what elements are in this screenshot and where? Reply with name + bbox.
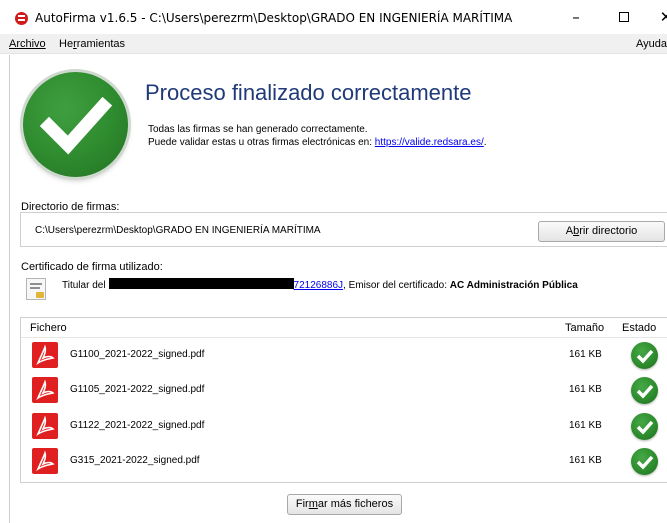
minimize-button[interactable]: – <box>556 6 596 28</box>
window-title: AutoFirma v1.6.5 - C:\Users\perezrm\Desk… <box>35 11 513 25</box>
result-heading: Proceso finalizado correctamente <box>145 80 472 105</box>
validate-message: Puede validar estas u otras firmas elect… <box>148 137 487 148</box>
certificate-details: Titular del 72126886J, Emisor del certifi… <box>62 278 578 291</box>
sign-more-label-start: Fir <box>295 498 309 510</box>
column-header-size: Tamaño <box>565 322 605 334</box>
status-ok-icon <box>631 377 658 404</box>
maximize-icon <box>619 12 629 22</box>
title-bar: AutoFirma v1.6.5 - C:\Users\perezrm\Desk… <box>0 0 667 34</box>
validate-text: Puede validar estas u otras firmas elect… <box>148 137 375 148</box>
pdf-file-icon <box>32 377 58 403</box>
open-directory-label-end: rir directorio <box>579 225 638 237</box>
header-divider <box>21 337 667 338</box>
certificate-icon <box>26 278 46 300</box>
directory-path: C:\Users\perezrm\Desktop\GRADO EN INGENI… <box>35 225 321 236</box>
redacted-block <box>108 278 294 289</box>
certificate-row: Titular del 72126886J, Emisor del certifi… <box>20 272 667 306</box>
open-directory-button[interactable]: Abrir directorio <box>538 221 665 242</box>
success-check-icon <box>23 72 128 177</box>
table-row[interactable]: G1105_2021-2022_signed.pdf 161 KB <box>21 375 667 405</box>
file-name: G1122_2021-2022_signed.pdf <box>70 420 205 431</box>
column-header-file: Fichero <box>30 322 67 334</box>
file-name: G1105_2021-2022_signed.pdf <box>70 384 205 395</box>
pdf-file-icon <box>32 413 58 439</box>
menu-herramientas[interactable]: Herramientas <box>59 38 125 50</box>
menu-ayuda[interactable]: Ayuda <box>636 38 667 50</box>
pdf-file-icon <box>32 342 58 368</box>
signed-files-table: Fichero Tamaño Estado G1100_2021-2022_si… <box>20 317 667 483</box>
status-ok-icon <box>631 448 658 475</box>
file-name: G315_2021-2022_signed.pdf <box>70 455 200 466</box>
file-size: 161 KB <box>569 455 602 466</box>
certificate-holder-id-link[interactable]: 72126886J <box>294 280 344 291</box>
certificate-issuer: AC Administración Pública <box>449 280 578 291</box>
sign-more-mnemonic: m <box>308 498 318 510</box>
menu-archivo[interactable]: Archivo <box>9 38 46 50</box>
validate-link[interactable]: https://valide.redsara.es/ <box>375 137 484 148</box>
status-ok-icon <box>631 413 658 440</box>
certificate-issuer-label: , Emisor del certificado: <box>343 280 450 291</box>
autofirma-logo-icon <box>15 12 28 25</box>
file-name: G1100_2021-2022_signed.pdf <box>70 349 205 360</box>
status-ok-icon <box>631 342 658 369</box>
open-directory-label-start: A <box>565 225 574 237</box>
table-row[interactable]: G315_2021-2022_signed.pdf 161 KB <box>21 446 667 476</box>
validate-suffix: . <box>483 137 487 148</box>
file-size: 161 KB <box>569 384 602 395</box>
result-message: Todas las firmas se han generado correct… <box>148 124 368 135</box>
maximize-button[interactable] <box>604 6 644 28</box>
pdf-file-icon <box>32 448 58 474</box>
menu-herramientas-label-end: ramientas <box>76 38 126 50</box>
table-row[interactable]: G1122_2021-2022_signed.pdf 161 KB <box>21 411 667 441</box>
column-header-state: Estado <box>622 322 657 334</box>
certificate-holder-label: Titular del <box>62 280 106 291</box>
file-size: 161 KB <box>569 349 602 360</box>
table-row[interactable]: G1100_2021-2022_signed.pdf 161 KB <box>21 340 667 370</box>
menu-herramientas-label-start: He <box>59 38 74 50</box>
sign-more-files-button[interactable]: Firmar más ficheros <box>287 494 402 515</box>
sign-more-label-end: ar más ficheros <box>317 498 394 510</box>
menu-bar: Archivo Herramientas Ayuda <box>0 34 667 54</box>
close-button[interactable]: ✕ <box>646 6 667 28</box>
file-size: 161 KB <box>569 420 602 431</box>
